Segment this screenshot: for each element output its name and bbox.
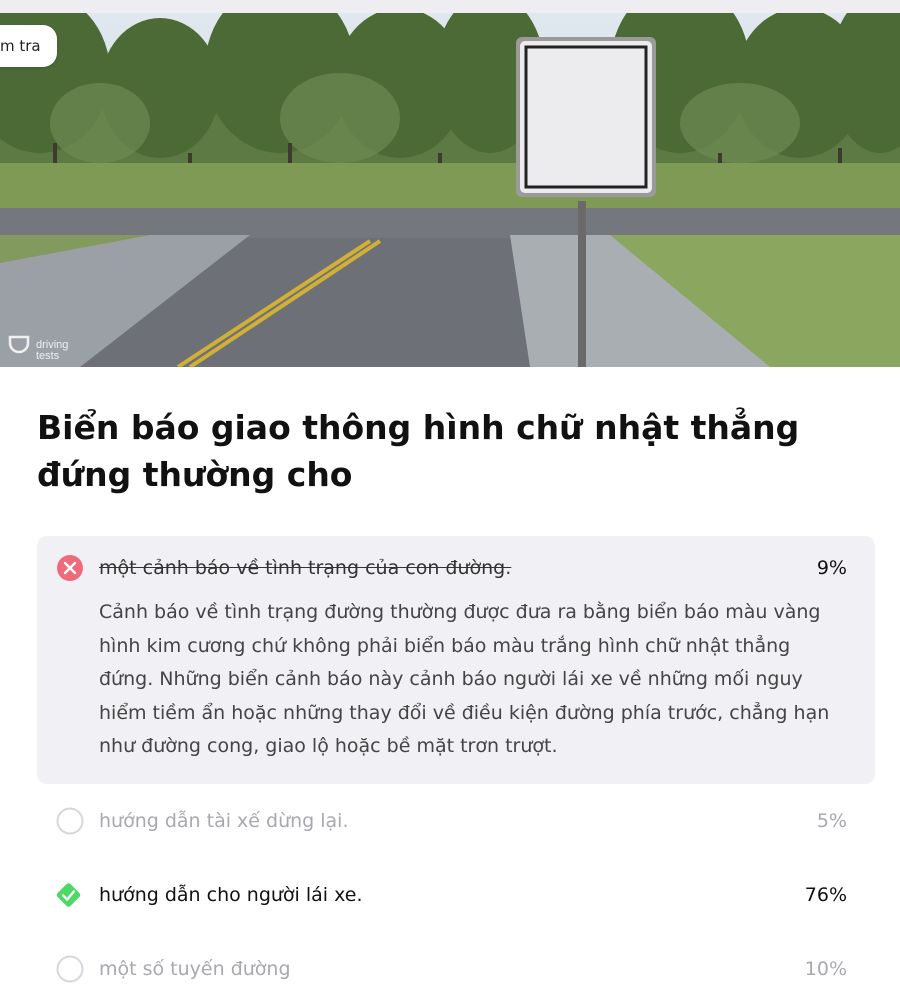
road-sign-scene: driving tests (0, 13, 900, 367)
radio-empty-icon (56, 807, 84, 835)
answer-percent: 5% (816, 810, 847, 832)
answer-text: một số tuyến đường (99, 958, 291, 980)
answer-option-1[interactable]: một cảnh báo về tình trạng của con đường… (37, 536, 875, 784)
question-image: driving tests m tra (0, 13, 900, 367)
answer-percent: 9% (816, 557, 847, 579)
answer-list: một cảnh báo về tình trạng của con đường… (37, 536, 875, 1006)
check-button-label: m tra (0, 37, 41, 55)
answer-option-3[interactable]: hướng dẫn cho người lái xe. 76% (37, 858, 875, 932)
top-strip (0, 0, 900, 13)
question-title: Biển báo giao thông hình chữ nhật thẳng … (37, 408, 800, 494)
radio-empty-icon (56, 955, 84, 983)
svg-text:tests: tests (36, 350, 60, 362)
check-button[interactable]: m tra (0, 25, 57, 67)
answer-text: một cảnh báo về tình trạng của con đường… (99, 557, 512, 579)
check-icon (56, 881, 84, 909)
answer-text: hướng dẫn cho người lái xe. (99, 884, 363, 906)
answer-option-4[interactable]: một số tuyến đường 10% (37, 932, 875, 1006)
answer-percent: 10% (804, 958, 847, 980)
close-icon (56, 554, 84, 582)
answer-text: hướng dẫn tài xế dừng lại. (99, 810, 349, 832)
answer-explanation: Cảnh báo về tình trạng đường thường được… (99, 601, 830, 757)
answer-option-2[interactable]: hướng dẫn tài xế dừng lại. 5% (37, 784, 875, 858)
answer-percent: 76% (804, 884, 847, 906)
